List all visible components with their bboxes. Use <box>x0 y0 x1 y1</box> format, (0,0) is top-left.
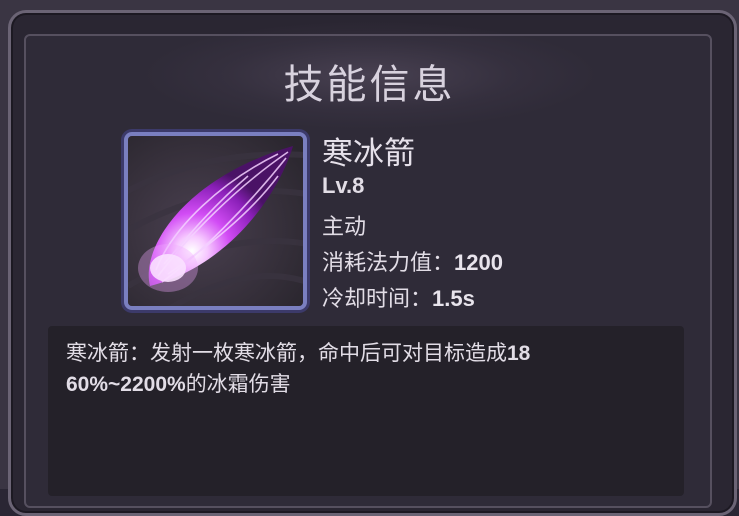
cooldown-row: 冷却时间：1.5s <box>322 281 475 313</box>
description-suffix: 的冰霜伤害 <box>185 372 291 396</box>
purple-ice-arrow-icon <box>128 136 303 306</box>
description-number-part1: 18 <box>507 342 531 365</box>
skill-level: Lv.8 <box>322 173 365 198</box>
skill-type: 主动 <box>322 215 367 240</box>
skill-name: 寒冰箭 <box>322 136 415 172</box>
mana-cost-row: 消耗法力值：1200 <box>322 245 503 277</box>
description-number-part2: 60%~2200% <box>66 373 186 396</box>
cooldown-label: 冷却时间： <box>322 287 433 312</box>
skill-description: 寒冰箭：发射一枚寒冰箭，命中后可对目标造成18 60%~2200%的冰霜伤害 <box>66 338 666 400</box>
skill-icon-frame <box>124 132 307 310</box>
mana-cost-value: 1200 <box>454 250 503 275</box>
description-prefix: 寒冰箭：发射一枚寒冰箭，命中后可对目标造成 <box>66 341 507 365</box>
panel-title: 技能信息 <box>283 62 456 108</box>
popup-backdrop: 技能信息 寒冰箭 Lv.8 主动 消耗法力值：1200 冷却时间：1.5s 寒冰… <box>0 0 739 516</box>
cooldown-value: 1.5s <box>432 286 475 311</box>
mana-cost-label: 消耗法力值： <box>322 251 455 276</box>
